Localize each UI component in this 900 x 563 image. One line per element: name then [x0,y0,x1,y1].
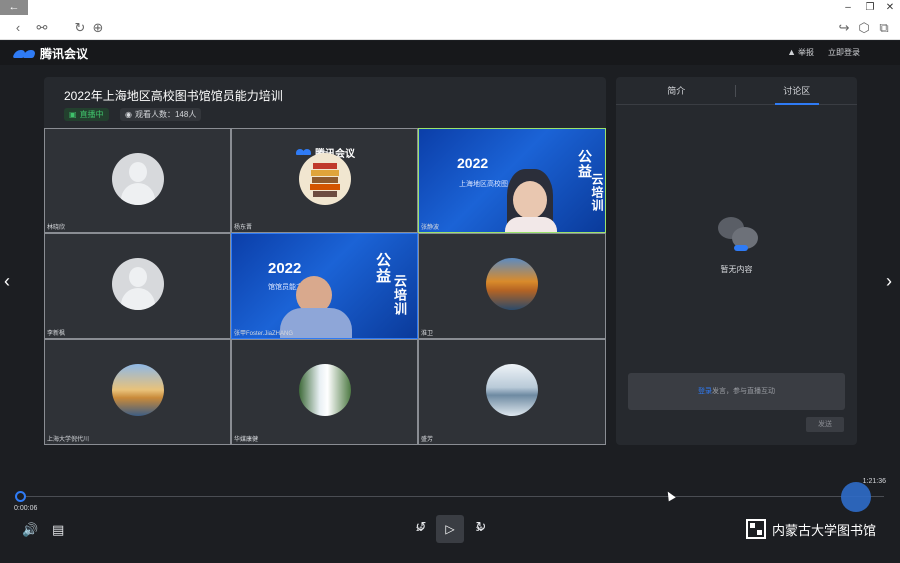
participant-name: 杨东晋 [234,225,253,231]
app-name: 腾讯会议 [40,47,89,61]
active-speaker-tile[interactable]: 2022 上海地区高校图 公益 云培训 张静波 [418,128,606,233]
bridge-avatar-image [111,364,164,416]
tencent-meeting-logo: 腾讯会议 [12,45,89,62]
tab-discussion[interactable]: 讨论区 [737,77,858,105]
participant-tile[interactable]: 李新枫 [44,233,231,339]
video-panel: 2022年上海地区高校图书馆馆员能力培训 ▣ 直播中 ◉ 观看人数：148人 林… [44,77,606,445]
default-avatar-icon [111,152,164,205]
participant-name: 张甲Foster.JiaZHANG [234,331,294,337]
participant-tile[interactable]: 淮卫 [418,233,606,339]
next-arrow-icon[interactable]: › [886,272,892,290]
participant-name: 华媒康健 [234,437,259,443]
speaker-face [513,181,547,219]
link-icon[interactable]: ⚯ [34,20,50,36]
send-button[interactable]: 发送 [806,417,844,432]
default-avatar-icon [111,258,164,310]
viewer-count-badge: ◉ 观看人数：148人 [120,108,202,121]
autumn-lake-avatar-image [486,258,538,310]
participant-tile[interactable]: 盛芳 [418,339,606,445]
comment-input[interactable]: 登录发言，参与直播互动 [628,373,845,410]
progress-bar[interactable] [20,496,884,497]
minimize-icon[interactable]: – [838,0,858,16]
prev-arrow-icon[interactable]: ‹ [4,272,10,290]
meeting-title: 2022年上海地区高校图书馆馆员能力培训 [64,89,283,103]
slide-vertical-text: 云培训 [590,173,604,212]
login-button[interactable]: 立即登录 [828,47,860,58]
browser-titlebar: ← – ❐ ✕ [0,0,900,16]
participant-tile[interactable]: 腾讯会议 杨东晋 [231,128,418,233]
waterfall-avatar-image [298,364,351,416]
warning-icon: ▲ [787,47,796,57]
slide-vertical-text: 云培训 [392,274,407,316]
books-avatar-image [298,152,351,205]
eye-icon: ◉ [125,110,132,119]
restore-icon[interactable]: ❐ [860,0,880,16]
globe-icon[interactable]: ⊕ [90,20,106,36]
slide-year: 2022 [457,155,489,171]
qr-code-icon [746,519,766,539]
tab-divider [735,85,736,97]
report-button[interactable]: ▲ 举报 [787,47,814,58]
participant-tile[interactable]: 林晓欣 [44,128,231,233]
participant-name: 张静波 [421,225,440,231]
mouse-cursor-icon [664,489,676,502]
side-panel: 简介 讨论区 暂无内容 登录发言，参与直播互动 发送 [616,77,857,445]
meeting-logo-icon [12,47,37,61]
share-icon[interactable]: ↪ [836,20,852,36]
play-button[interactable]: ▷ [436,515,464,543]
current-time: 0:00:06 [14,505,38,512]
side-tabs: 简介 讨论区 [616,77,857,105]
participant-name: 盛芳 [421,437,434,443]
participant-name: 林晓欣 [47,225,66,231]
slide-subtitle: 上海地区高校图 [459,181,508,188]
close-icon[interactable]: ✕ [880,0,900,16]
extension-icon[interactable]: ⧉ [876,20,892,36]
chevron-left-icon[interactable]: ‹ [10,20,26,36]
participant-name: 李新枫 [47,331,66,337]
browser-toolbar: ‹ ⚯ ↻ ⊕ ↪ ⬡ ⧉ [0,16,900,40]
progress-handle[interactable] [15,491,26,502]
subtitle-icon[interactable]: ▤ [52,522,64,538]
participant-tile[interactable]: 2022 馆馆员能力培训 公益 云培训 张甲Foster.JiaZHANG [231,233,418,339]
back-tab[interactable]: ← [0,0,28,15]
camera-icon: ▣ [69,110,77,119]
live-badge: ▣ 直播中 [64,108,109,121]
total-time: 1:21:36 [862,478,886,485]
speaker-body [505,217,557,232]
participant-tile[interactable]: 华媒康健 [231,339,418,445]
forward-30-icon[interactable]: ↻ 30 [472,520,490,537]
participant-tile[interactable]: 上海大学倪代川 [44,339,231,445]
participant-name: 淮卫 [421,331,434,337]
cube-icon[interactable]: ⬡ [856,20,872,36]
slide-year: 2022 [268,260,302,277]
empty-state-text: 暂无内容 [720,265,753,274]
volume-icon[interactable]: 🔊 [22,522,38,538]
tab-intro[interactable]: 简介 [616,77,737,104]
app-header: 腾讯会议 ▲ 举报 立即登录 [0,41,900,65]
participant-grid: 林晓欣 腾讯会议 杨东晋 2022 上海地区高校图 公益 云培训 [44,128,606,445]
library-watermark: 内蒙古大学图书馆 [746,519,876,539]
login-link[interactable]: 登录 [698,388,712,395]
participant-name: 上海大学倪代川 [47,437,90,443]
refresh-icon[interactable]: ↻ [72,20,88,36]
meeting-logo-icon [296,148,312,157]
chat-bubbles-icon [718,217,758,251]
mountain-avatar-image [486,364,538,416]
floating-action-button[interactable] [841,482,871,512]
rewind-10-icon[interactable]: ↺ 10 [412,520,430,537]
